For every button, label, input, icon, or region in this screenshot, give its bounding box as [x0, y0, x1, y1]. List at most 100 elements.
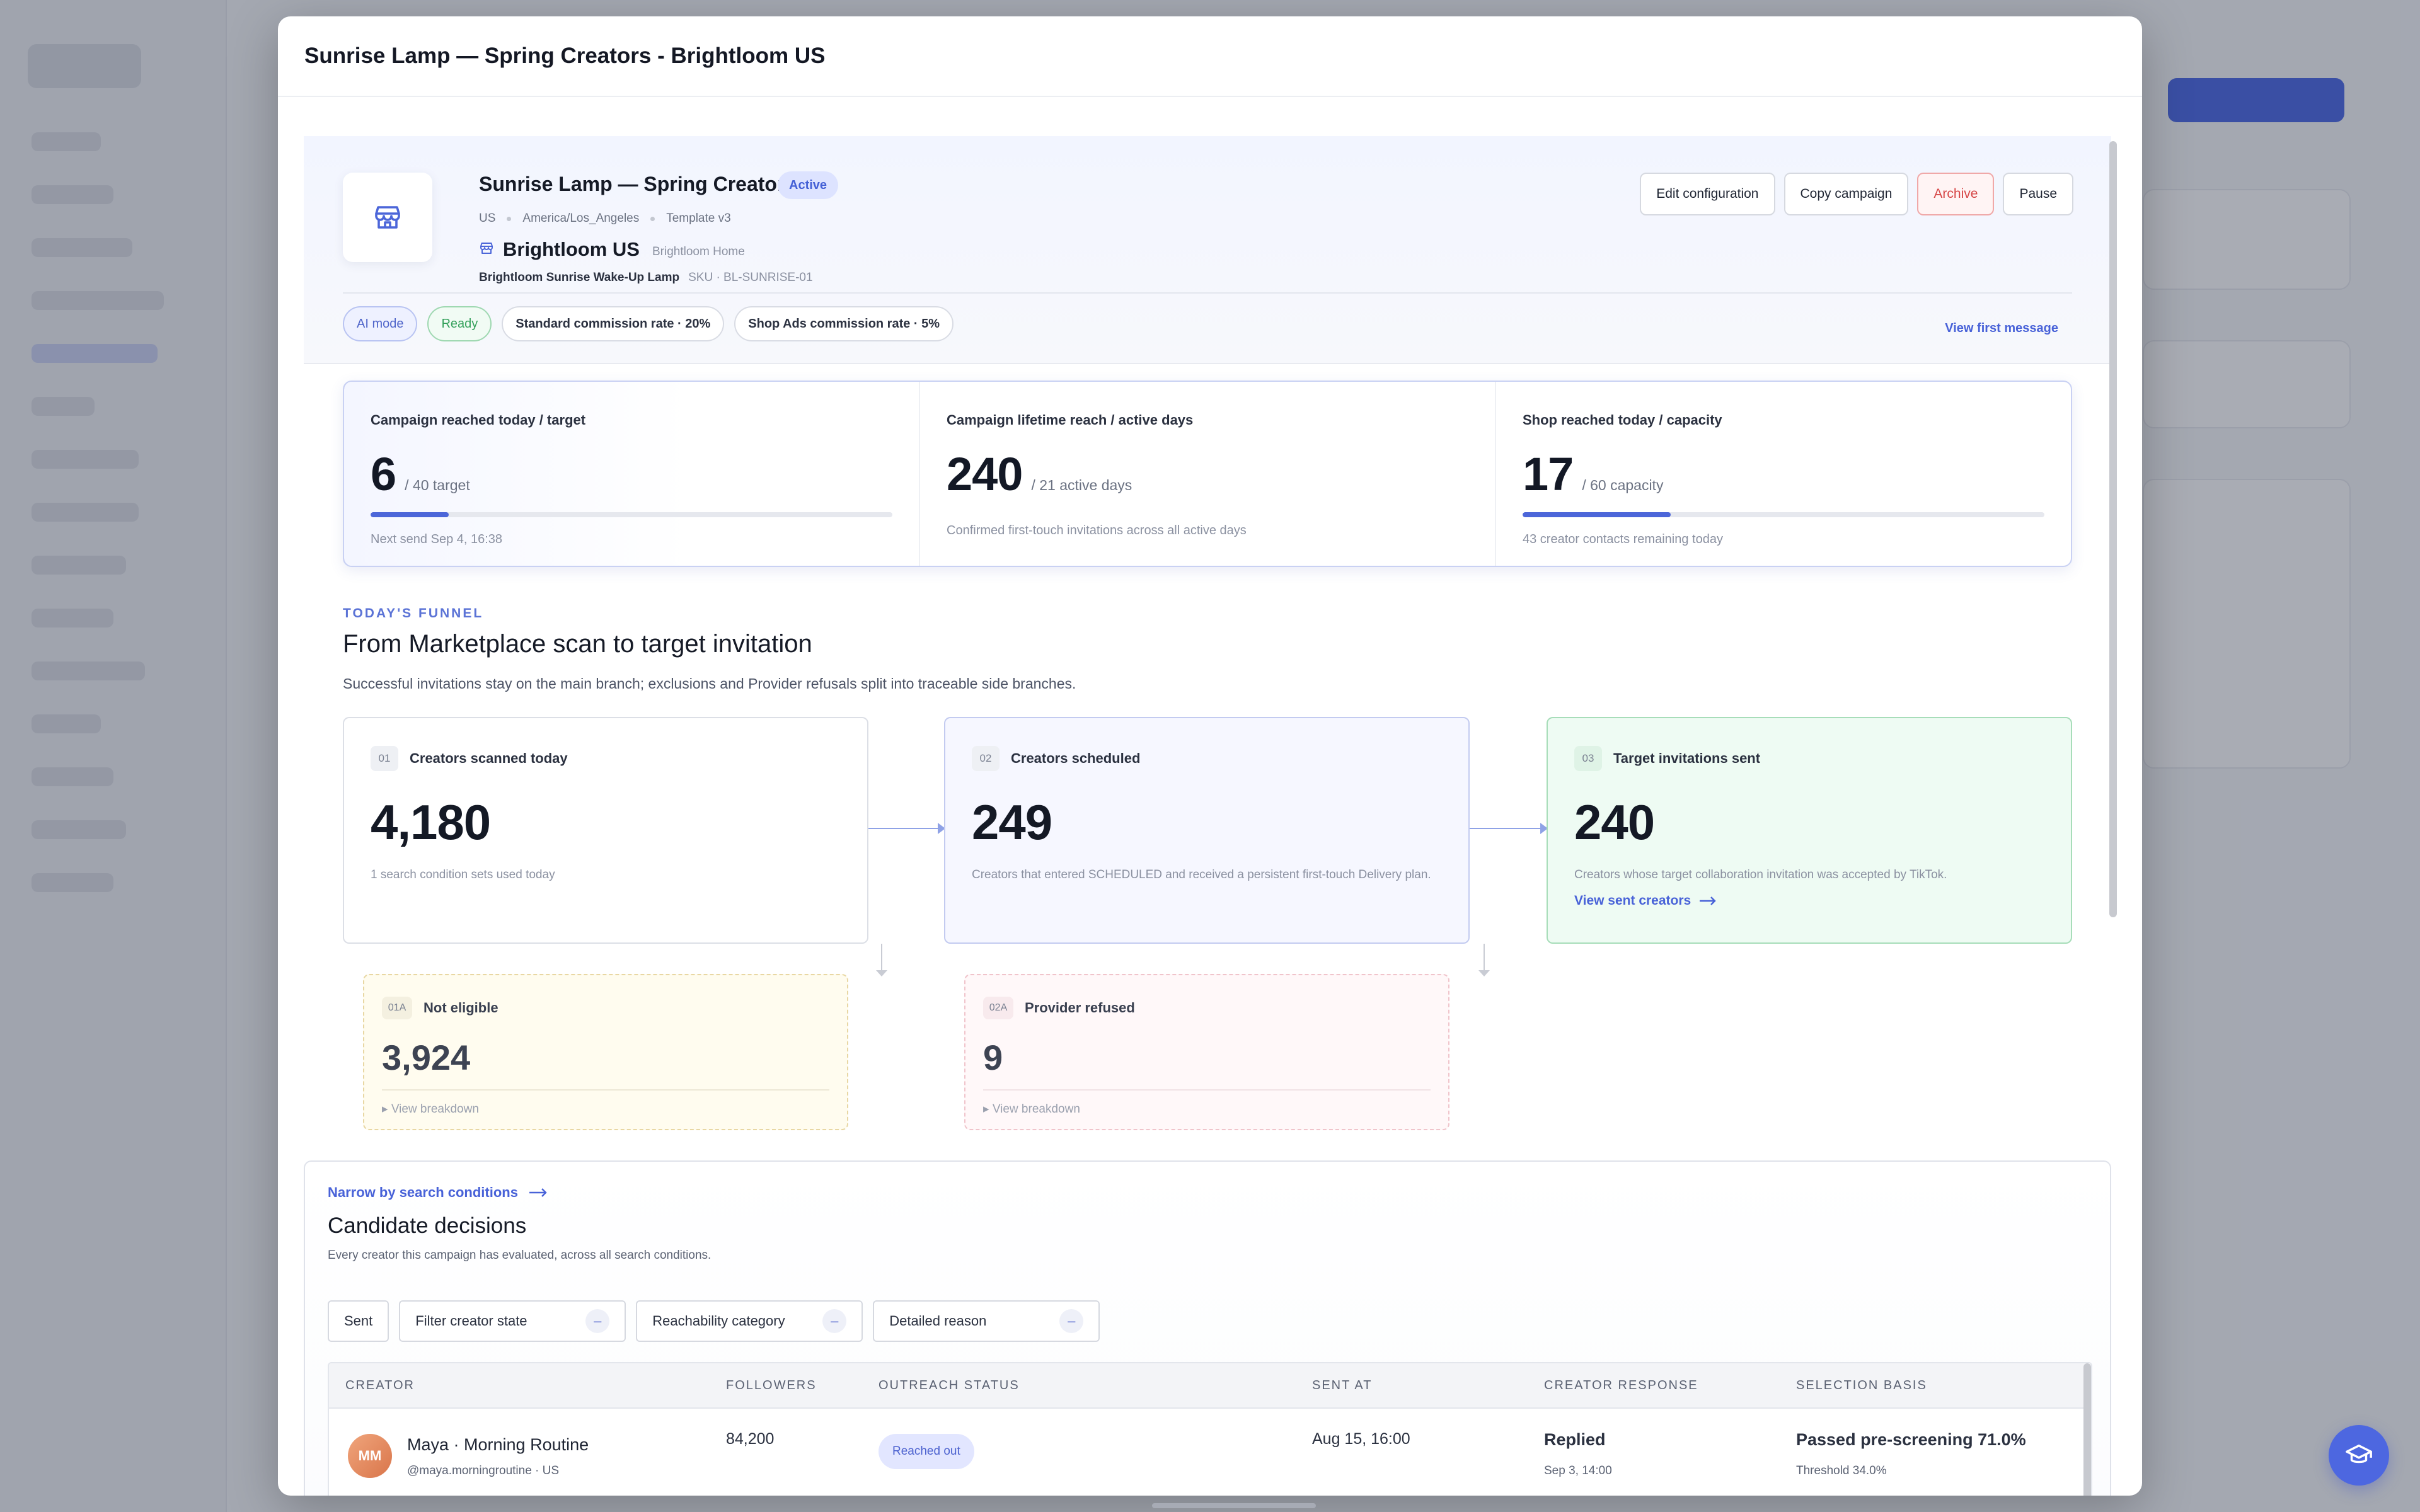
modal-header: Sunrise Lamp — Spring Creators - Brightl…	[278, 16, 2142, 97]
store-icon	[343, 173, 432, 262]
minus-icon[interactable]: –	[822, 1309, 847, 1333]
arrow-down-icon	[1478, 944, 1490, 976]
campaign-region: US	[479, 212, 496, 225]
step-badge: 03	[1574, 746, 1602, 771]
modal-scrollbar[interactable]	[2109, 123, 2118, 1496]
funnel-card-value: 249	[972, 794, 1052, 850]
selection-basis: Passed pre-screening 71.0%	[1796, 1430, 2026, 1449]
avatar: MM	[348, 1434, 392, 1478]
section-title: Candidate decisions	[328, 1213, 527, 1238]
sent-filter-button[interactable]: Sent	[328, 1300, 389, 1342]
select-label: Reachability category	[652, 1313, 785, 1329]
stat-value: 240	[947, 448, 1023, 500]
arrow-right-icon	[868, 823, 945, 834]
shop-icon	[479, 241, 494, 259]
arrow-right-icon	[1470, 823, 1548, 834]
select-label: Detailed reason	[889, 1313, 987, 1329]
branch-card-label: Not eligible	[424, 1000, 498, 1016]
progress-fill	[371, 512, 449, 517]
pause-button[interactable]: Pause	[2003, 173, 2073, 215]
stat-campaign-lifetime: Campaign lifetime reach / active days 24…	[920, 382, 1496, 566]
divider	[304, 363, 2111, 364]
minus-icon[interactable]: –	[1059, 1309, 1084, 1333]
table-scrollbar[interactable]	[2083, 1363, 2091, 1496]
status-badge: Active	[778, 171, 839, 199]
graduation-cap-icon[interactable]	[2329, 1425, 2389, 1486]
column-header[interactable]: FOLLOWERS	[726, 1378, 817, 1393]
funnel-card-label: Creators scheduled	[1011, 750, 1141, 766]
funnel-title: From Marketplace scan to target invitati…	[343, 630, 812, 658]
creator-name[interactable]: Maya · Morning Routine	[407, 1435, 589, 1455]
followers-count: 84,200	[726, 1430, 775, 1448]
branch-card-value: 9	[983, 1038, 1003, 1077]
divider	[343, 292, 2072, 294]
step-badge: 01A	[382, 997, 412, 1019]
creator-handle: @maya.morningroutine · US	[407, 1464, 560, 1477]
standard-commission-chip: Standard commission rate · 20%	[502, 306, 725, 341]
step-badge: 02	[972, 746, 1000, 771]
scrollbar-thumb[interactable]	[2109, 141, 2117, 917]
column-header[interactable]: SENT AT	[1312, 1378, 1373, 1393]
branch-card-not-eligible: 01A Not eligible 3,924 ▸ View breakdown	[363, 974, 848, 1130]
column-header[interactable]: OUTREACH STATUS	[879, 1378, 1020, 1393]
modal-body: Sunrise Lamp — Spring Creators Active US…	[304, 122, 2111, 1496]
view-sent-creators-link[interactable]: View sent creators	[1574, 893, 2044, 908]
creator-response: Replied	[1544, 1430, 1606, 1449]
progress-fill	[1523, 512, 1671, 517]
table-row[interactable]: MM Maya · Morning Routine @maya.morningr…	[329, 1409, 2091, 1496]
campaign-actions: Edit configuration Copy campaign Archive…	[1640, 173, 2073, 215]
funnel-card-scanned: 01 Creators scanned today 4,180 1 search…	[343, 717, 868, 944]
narrow-by-search-conditions-link[interactable]: Narrow by search conditions	[328, 1184, 548, 1201]
funnel-card-value: 240	[1574, 794, 1655, 850]
copy-campaign-button[interactable]: Copy campaign	[1783, 173, 1909, 215]
creator-state-select[interactable]: Filter creator state –	[399, 1300, 626, 1342]
stat-sub: / 60 capacity	[1582, 477, 1664, 493]
ai-mode-chip: AI mode	[343, 306, 418, 341]
campaign-modal: Sunrise Lamp — Spring Creators - Brightl…	[278, 16, 2142, 1496]
arrow-down-icon	[876, 944, 887, 976]
view-breakdown-toggle[interactable]: ▸ View breakdown	[983, 1102, 1431, 1116]
shop-brand: Brightloom Home	[652, 245, 745, 258]
column-header[interactable]: CREATOR	[345, 1378, 415, 1393]
view-breakdown-toggle[interactable]: ▸ View breakdown	[382, 1102, 829, 1116]
detailed-reason-select[interactable]: Detailed reason –	[873, 1300, 1100, 1342]
divider	[983, 1089, 1431, 1091]
funnel-card-scheduled: 02 Creators scheduled 249 Creators that …	[944, 717, 1470, 944]
shop-row: Brightloom US Brightloom Home	[479, 238, 745, 261]
column-header[interactable]: CREATOR RESPONSE	[1544, 1378, 1698, 1393]
archive-button[interactable]: Archive	[1917, 173, 1995, 215]
stat-value: 17	[1523, 448, 1574, 500]
stat-note: Confirmed first-touch invitations across…	[947, 524, 1247, 537]
progress-bar	[371, 512, 892, 517]
minus-icon[interactable]: –	[585, 1309, 610, 1333]
table-header: CREATOR FOLLOWERS OUTREACH STATUS SENT A…	[329, 1363, 2091, 1409]
stat-note: 43 creator contacts remaining today	[1523, 532, 1723, 546]
step-badge: 02A	[983, 997, 1013, 1019]
response-time: Sep 3, 14:00	[1544, 1464, 1612, 1477]
stat-campaign-today: Campaign reached today / target 6 / 40 t…	[344, 382, 920, 566]
funnel-card-value: 4,180	[371, 794, 491, 850]
campaign-name: Sunrise Lamp — Spring Creators	[479, 173, 797, 195]
stat-sub: / 21 active days	[1031, 477, 1132, 493]
branch-card-label: Provider refused	[1025, 1000, 1135, 1016]
campaign-chips: AI mode Ready Standard commission rate ·…	[343, 306, 954, 341]
column-header[interactable]: SELECTION BASIS	[1796, 1378, 1927, 1393]
product-name: Brightloom Sunrise Wake-Up Lamp	[479, 271, 680, 284]
separator-dot	[650, 216, 655, 221]
view-first-message-link[interactable]: View first message	[1945, 321, 2058, 336]
arrow-right-icon	[1700, 896, 1716, 905]
funnel-card-sent: 03 Target invitations sent 240 Creators …	[1547, 717, 2072, 944]
funnel-card-label: Target invitations sent	[1613, 750, 1761, 766]
product-row: Brightloom Sunrise Wake-Up Lamp SKU · BL…	[479, 271, 813, 285]
progress-bar	[1523, 512, 2044, 517]
separator-dot	[507, 216, 512, 221]
stat-sub: / 40 target	[405, 477, 470, 493]
stat-note: Next send Sep 4, 16:38	[371, 532, 503, 546]
funnel-card-note: 1 search condition sets used today	[371, 868, 555, 881]
reachability-select[interactable]: Reachability category –	[636, 1300, 863, 1342]
funnel-card-note: Creators that entered SCHEDULED and rece…	[972, 868, 1431, 881]
edit-configuration-button[interactable]: Edit configuration	[1640, 173, 1775, 215]
campaign-timezone: America/Los_Angeles	[522, 212, 640, 225]
stat-shop-today: Shop reached today / capacity 17 / 60 ca…	[1496, 382, 2071, 566]
stat-value: 6	[371, 448, 396, 500]
